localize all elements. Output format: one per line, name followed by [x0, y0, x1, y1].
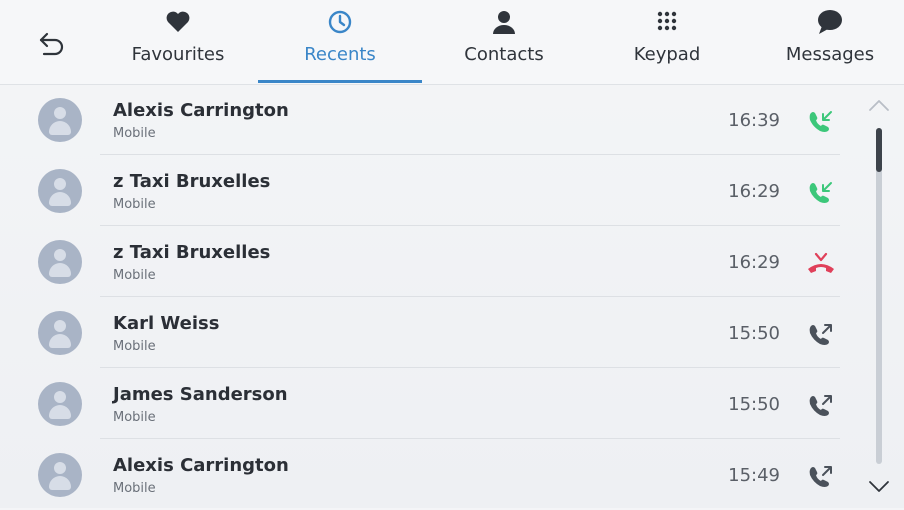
recent-call-row[interactable]: Alexis Carrington Mobile 15:49 — [0, 439, 860, 510]
chevron-up-icon — [869, 100, 889, 111]
scroll-down-button[interactable] — [866, 478, 892, 496]
call-status — [806, 321, 836, 347]
avatar — [38, 382, 82, 426]
outgoing-call-icon — [809, 324, 832, 345]
contact-name: James Sanderson — [113, 384, 288, 405]
recent-call-row[interactable]: Alexis Carrington Mobile 16:39 — [0, 84, 860, 155]
scrollbar-thumb[interactable] — [876, 128, 882, 172]
recent-call-row[interactable]: z Taxi Bruxelles Mobile 16:29 — [0, 155, 860, 226]
call-time: 15:50 — [728, 323, 780, 344]
call-time: 15:50 — [728, 394, 780, 415]
call-time: 16:29 — [728, 181, 780, 202]
tab-label-recents: Recents — [304, 44, 376, 65]
tab-label-contacts: Contacts — [464, 44, 544, 65]
avatar — [38, 453, 82, 497]
number-type: Mobile — [113, 481, 156, 496]
clock-icon — [328, 10, 352, 34]
tab-label-messages: Messages — [785, 44, 875, 65]
avatar — [38, 98, 82, 142]
contact-name: Karl Weiss — [113, 313, 220, 334]
avatar — [38, 311, 82, 355]
contact-name: Alexis Carrington — [113, 455, 289, 476]
tab-recents[interactable]: Recents — [280, 0, 400, 84]
avatar — [38, 169, 82, 213]
number-type: Mobile — [113, 197, 156, 212]
active-tab-indicator — [258, 80, 422, 83]
contact-name: Alexis Carrington — [113, 100, 289, 121]
call-status — [806, 179, 836, 205]
number-type: Mobile — [113, 268, 156, 283]
number-type: Mobile — [113, 410, 156, 425]
chevron-down-icon — [869, 481, 889, 492]
scrollbar-track[interactable] — [876, 128, 882, 464]
contact-name: z Taxi Bruxelles — [113, 242, 271, 263]
contact-name: z Taxi Bruxelles — [113, 171, 271, 192]
call-time: 16:29 — [728, 252, 780, 273]
tab-messages[interactable]: Messages — [770, 0, 890, 84]
missed-call-icon — [808, 252, 834, 273]
tab-contacts[interactable]: Contacts — [444, 0, 564, 84]
recent-call-row[interactable]: z Taxi Bruxelles Mobile 16:29 — [0, 226, 860, 297]
call-status — [806, 463, 836, 489]
incoming-call-icon — [809, 182, 832, 203]
heart-icon — [166, 11, 190, 32]
tab-keypad[interactable]: Keypad — [607, 0, 727, 84]
call-status — [806, 108, 836, 134]
keypad-icon — [657, 11, 677, 31]
top-navigation-bar: Favourites Recents Contacts Keypad Messa… — [0, 0, 904, 85]
number-type: Mobile — [113, 339, 156, 354]
incoming-call-icon — [809, 111, 832, 132]
call-status — [806, 250, 836, 276]
tab-label-favourites: Favourites — [131, 44, 225, 65]
outgoing-call-icon — [809, 466, 832, 487]
call-time: 16:39 — [728, 110, 780, 131]
call-time: 15:49 — [728, 465, 780, 486]
outgoing-call-icon — [809, 395, 832, 416]
recent-call-row[interactable]: James Sanderson Mobile 15:50 — [0, 368, 860, 439]
back-arrow-icon — [39, 32, 64, 56]
call-status — [806, 392, 836, 418]
back-button[interactable] — [34, 26, 70, 62]
recent-call-row[interactable]: Karl Weiss Mobile 15:50 — [0, 297, 860, 368]
tab-favourites[interactable]: Favourites — [118, 0, 238, 84]
person-icon — [493, 11, 515, 34]
scroll-up-button[interactable] — [866, 96, 892, 114]
avatar — [38, 240, 82, 284]
number-type: Mobile — [113, 126, 156, 141]
speech-bubble-icon — [818, 10, 842, 34]
tab-label-keypad: Keypad — [633, 44, 701, 65]
